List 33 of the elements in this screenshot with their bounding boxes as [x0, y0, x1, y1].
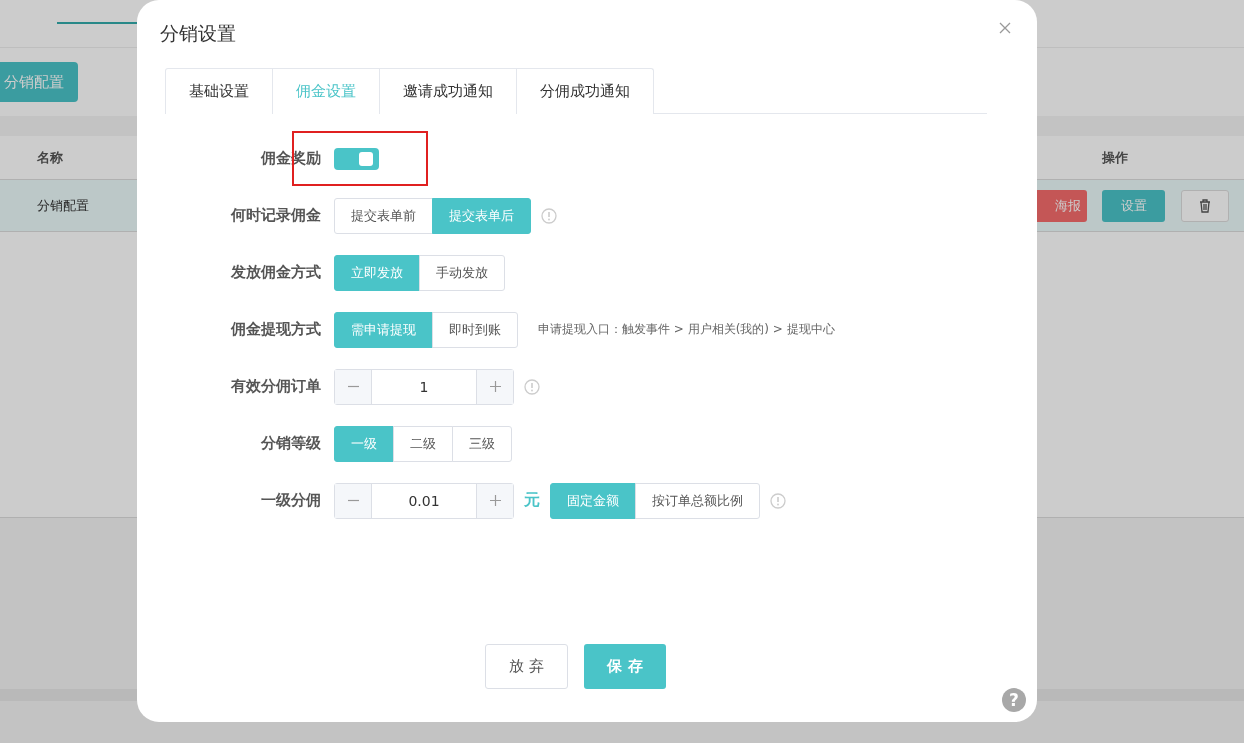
hint-text: 申请提现入口：触发事件 > 用户相关(我的) > 提现中心	[538, 321, 835, 338]
number-stepper[interactable]: 0.01	[334, 482, 514, 519]
trash-icon	[1199, 198, 1211, 213]
field-label: 发放佣金方式	[230, 263, 321, 282]
field-label: 一级分佣	[260, 491, 321, 510]
info-icon[interactable]	[770, 492, 786, 509]
option-button[interactable]: 即时到账	[432, 311, 518, 348]
option-button[interactable]: 提交表单前	[334, 197, 433, 234]
plus-icon[interactable]	[489, 381, 501, 392]
option-button[interactable]: 三级	[452, 425, 512, 462]
number-stepper[interactable]: 1	[334, 368, 514, 405]
field-label: 有效分佣订单	[230, 377, 321, 396]
unit-label: 元	[524, 490, 540, 511]
option-button[interactable]: 按订单总额比例	[635, 482, 760, 519]
field-label: 分销等级	[260, 434, 321, 453]
column-header: 操作	[1102, 148, 1128, 167]
plus-icon[interactable]	[489, 495, 501, 506]
dialog-title: 分销设置	[160, 21, 236, 46]
option-button[interactable]: 二级	[393, 425, 453, 462]
tab[interactable]: 分佣成功通知	[517, 68, 654, 114]
tab[interactable]: 邀请成功通知	[380, 68, 517, 114]
info-icon[interactable]	[524, 378, 540, 395]
table-cell: 分销配置	[37, 196, 89, 215]
info-icon[interactable]	[541, 207, 557, 224]
toggle-switch[interactable]	[334, 147, 379, 170]
close-icon[interactable]	[999, 22, 1011, 34]
option-button[interactable]: 手动发放	[419, 254, 505, 291]
column-header: 名称	[37, 148, 63, 167]
field-label: 何时记录佣金	[229, 206, 321, 225]
tab[interactable]: 基础设置	[165, 68, 273, 114]
delete-button[interactable]	[1181, 189, 1229, 222]
field-label: 佣金提现方式	[229, 320, 321, 339]
cancel-button[interactable]: 放 弃	[485, 644, 568, 689]
